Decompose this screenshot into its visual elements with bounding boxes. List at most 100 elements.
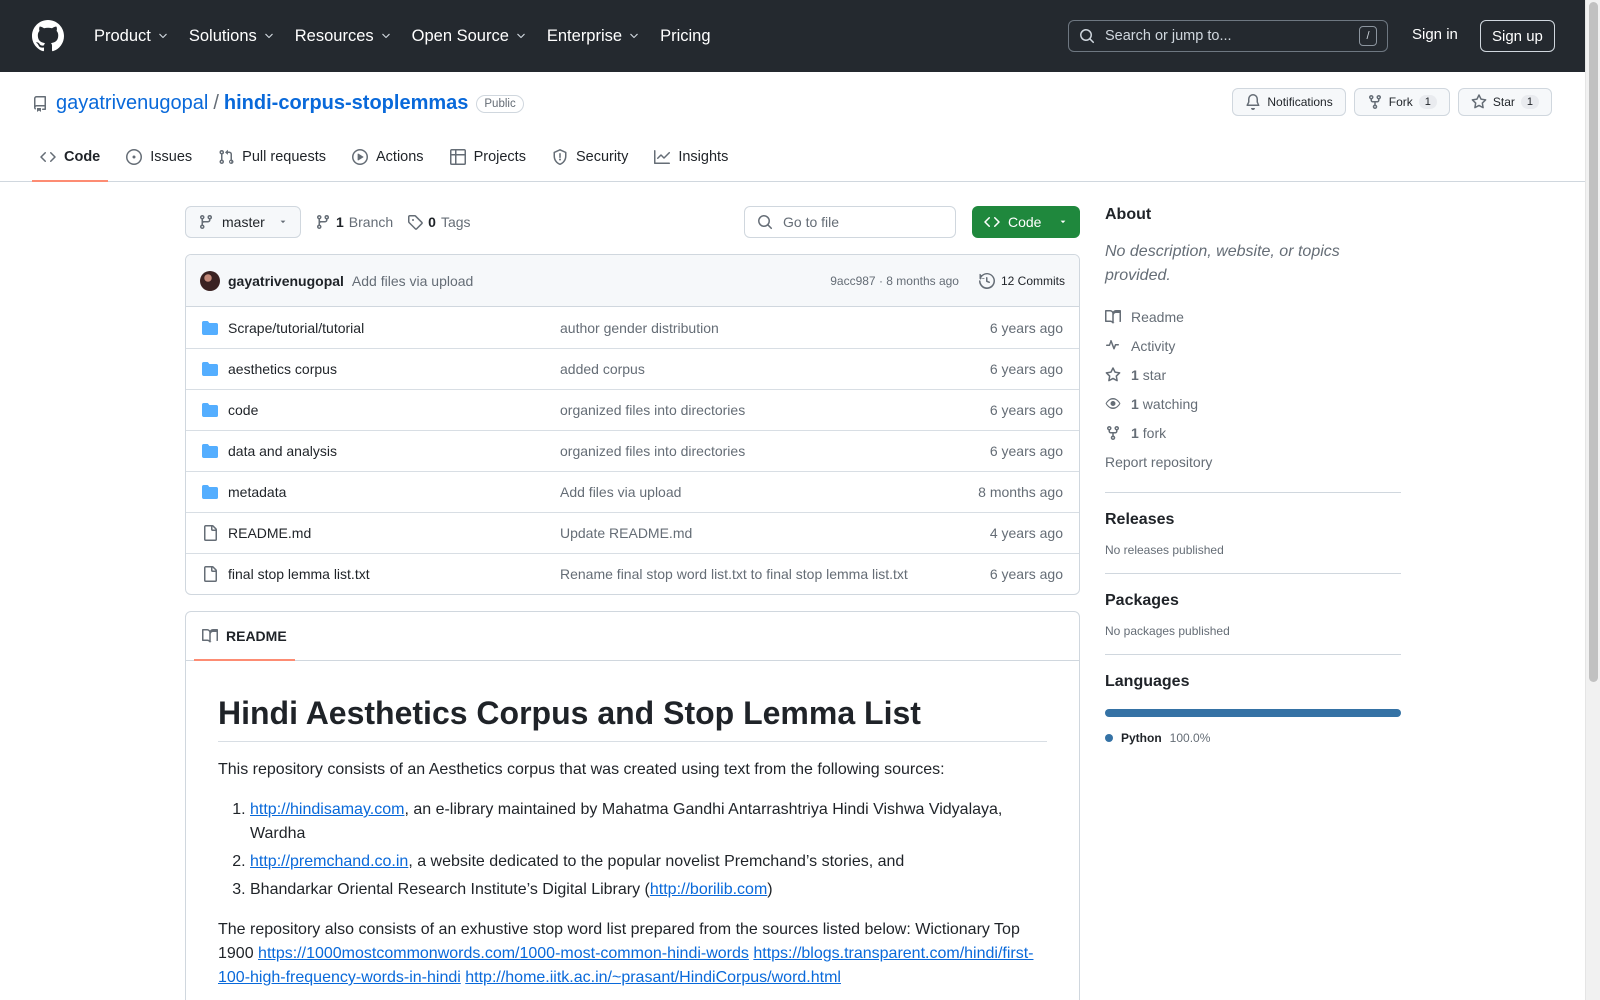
tab-actions[interactable]: Actions xyxy=(344,133,432,181)
fork-label: Fork xyxy=(1388,95,1413,109)
table-row[interactable]: metadata Add files via upload 8 months ago xyxy=(186,471,1079,512)
avatar[interactable] xyxy=(200,270,220,291)
nav-solutions[interactable]: Solutions xyxy=(181,21,283,52)
file-commit-date: 6 years ago xyxy=(989,402,1063,418)
file-commit-message-link[interactable]: organized files into directories xyxy=(560,402,990,418)
issue-icon xyxy=(126,149,143,165)
branch-select-button[interactable]: master xyxy=(185,206,301,238)
repo-name-link[interactable]: hindi-corpus-stoplemmas xyxy=(224,92,468,115)
nav-label: Enterprise xyxy=(546,26,623,45)
language-item[interactable]: Python 100.0% xyxy=(1105,731,1401,745)
file-name-link[interactable]: final stop lemma list.txt xyxy=(228,566,560,582)
nav-open-source[interactable]: Open Source xyxy=(404,21,535,52)
releases-heading[interactable]: Releases xyxy=(1105,511,1401,529)
fork-icon xyxy=(1368,94,1381,110)
readme-panel: README Hindi Aesthetics Corpus and Stop … xyxy=(185,611,1080,1000)
code-dropdown-button[interactable]: Code xyxy=(972,206,1080,238)
list-item: http://hindisamay.com, an e-library main… xyxy=(250,798,1047,846)
readme-content: Hindi Aesthetics Corpus and Stop Lemma L… xyxy=(186,661,1079,990)
repo-owner-link[interactable]: gayatrivenugopal xyxy=(56,92,208,115)
branch-icon xyxy=(317,214,329,230)
tab-issues[interactable]: Issues xyxy=(118,133,200,181)
file-icon xyxy=(202,525,218,541)
branch-count: 1 xyxy=(336,214,344,230)
readme-link[interactable]: Readme xyxy=(1105,302,1401,331)
global-header: Product Solutions Resources Open Source … xyxy=(0,0,1600,72)
fork-button[interactable]: Fork 1 xyxy=(1353,88,1450,116)
tab-code[interactable]: Code xyxy=(32,133,109,182)
scrollbar-thumb[interactable] xyxy=(1589,2,1598,682)
tags-link[interactable]: 0 Tags xyxy=(407,214,471,230)
notifications-button[interactable]: Notifications xyxy=(1232,88,1346,116)
play-icon xyxy=(352,149,368,165)
branch-label: Branch xyxy=(348,214,394,230)
tab-pull-requests[interactable]: Pull requests xyxy=(210,133,334,181)
table-row[interactable]: data and analysis organized files into di… xyxy=(186,430,1079,471)
releases-empty-text: No releases published xyxy=(1105,543,1224,557)
list-item: http://premchand.co.in, a website dedica… xyxy=(250,850,1047,874)
github-logo-icon[interactable] xyxy=(32,20,64,52)
source-link[interactable]: http://premchand.co.in xyxy=(250,853,408,870)
commits-history-link[interactable]: 12 Commits xyxy=(978,272,1065,289)
book-icon xyxy=(1105,309,1121,323)
branches-link[interactable]: 1 Branch xyxy=(315,214,393,230)
book-icon xyxy=(202,629,218,643)
file-commit-date: 6 years ago xyxy=(989,566,1063,582)
nav-product[interactable]: Product xyxy=(86,21,177,52)
commit-message-link[interactable]: Add files via upload xyxy=(352,273,473,289)
stop-words-link[interactable]: https://1000mostcommonwords.com/1000-mos… xyxy=(258,945,749,962)
pull-request-icon xyxy=(219,149,234,165)
sign-in-link[interactable]: Sign in xyxy=(1402,24,1468,45)
file-commit-message-link[interactable]: Rename final stop word list.txt to final… xyxy=(560,566,990,582)
stars-link[interactable]: 1 star xyxy=(1105,360,1401,389)
tab-label: Actions xyxy=(376,149,424,165)
path-separator: / xyxy=(213,92,219,114)
go-to-file-input[interactable]: Go to file xyxy=(744,206,956,238)
file-commit-message-link[interactable]: Update README.md xyxy=(560,525,990,541)
nav-pricing[interactable]: Pricing xyxy=(652,21,718,52)
table-row[interactable]: final stop lemma list.txt Rename final st… xyxy=(186,553,1079,594)
nav-resources[interactable]: Resources xyxy=(287,21,400,52)
star-button[interactable]: Star 1 xyxy=(1457,88,1552,116)
file-commit-date: 8 months ago xyxy=(978,484,1063,500)
readme-intro: This repository consists of an Aesthetic… xyxy=(218,761,945,778)
packages-heading[interactable]: Packages xyxy=(1105,592,1401,610)
file-name-link[interactable]: README.md xyxy=(228,525,560,541)
nav-enterprise[interactable]: Enterprise xyxy=(539,21,648,52)
commit-hash-link[interactable]: 9acc987 · 8 months ago xyxy=(830,274,959,288)
file-commit-message-link[interactable]: Add files via upload xyxy=(560,484,978,500)
page-scrollbar[interactable] xyxy=(1585,0,1600,1000)
report-repository-link[interactable]: Report repository xyxy=(1105,447,1401,476)
file-name-link[interactable]: metadata xyxy=(228,484,560,500)
sign-up-button[interactable]: Sign up xyxy=(1480,20,1555,52)
file-name-link[interactable]: code xyxy=(228,402,560,418)
source-link[interactable]: http://borilib.com xyxy=(650,881,767,898)
stop-words-link[interactable]: http://home.iitk.ac.in/~prasant/HindiCor… xyxy=(465,969,841,986)
language-bar xyxy=(1105,709,1401,717)
chevron-down-icon xyxy=(517,33,525,39)
table-row[interactable]: code organized files into directories 6 ye… xyxy=(186,389,1079,430)
stop-words-paragraph: The repository also consists of an exhus… xyxy=(218,918,1047,990)
forks-link[interactable]: 1 fork xyxy=(1105,418,1401,447)
file-name-link[interactable]: Scrape/tutorial/tutorial xyxy=(228,320,560,336)
commit-author-link[interactable]: gayatrivenugopal xyxy=(228,273,344,289)
go-to-file-placeholder: Go to file xyxy=(783,214,840,230)
activity-link[interactable]: Activity xyxy=(1105,331,1401,360)
table-row[interactable]: README.md Update README.md 4 years ago xyxy=(186,512,1079,553)
file-commit-message-link[interactable]: organized files into directories xyxy=(560,443,990,459)
file-commit-message-link[interactable]: added corpus xyxy=(560,361,990,377)
file-name-link[interactable]: data and analysis xyxy=(228,443,560,459)
readme-tab[interactable]: README xyxy=(194,612,295,661)
about-description: No description, website, or topics provi… xyxy=(1105,243,1340,284)
tab-security[interactable]: Security xyxy=(544,133,636,181)
tab-insights[interactable]: Insights xyxy=(646,133,736,181)
file-commit-message-link[interactable]: author gender distribution xyxy=(560,320,990,336)
file-name-link[interactable]: aesthetics corpus xyxy=(228,361,560,377)
source-link[interactable]: http://hindisamay.com xyxy=(250,801,404,818)
packages-section: Packages No packages published xyxy=(1105,573,1401,638)
watchers-link[interactable]: 1 watching xyxy=(1105,389,1401,418)
table-row[interactable]: Scrape/tutorial/tutorial author gender di… xyxy=(186,307,1079,348)
table-row[interactable]: aesthetics corpus added corpus 6 years ago xyxy=(186,348,1079,389)
search-input[interactable]: Search or jump to... / xyxy=(1068,20,1388,52)
tab-projects[interactable]: Projects xyxy=(442,133,534,181)
